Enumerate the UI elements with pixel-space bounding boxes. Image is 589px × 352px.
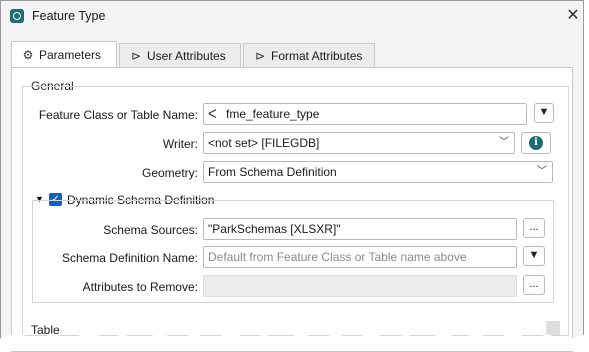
ellipsis-icon: ...	[529, 221, 539, 233]
feature-class-dropdown-button[interactable]: ▼	[534, 103, 554, 123]
schema-sources-value: "ParkSchemas [XLSXR]"	[208, 222, 341, 236]
chevron-down-icon: ﹀	[499, 137, 509, 148]
ellipsis-icon: ...	[529, 278, 539, 290]
chevron-down-icon: ▼	[538, 106, 550, 118]
writer-label: Writer:	[162, 137, 198, 151]
tab-label: Format Attributes	[271, 49, 363, 63]
writer-select[interactable]: <not set> [FILEGDB] ﹀	[203, 132, 515, 154]
tag-icon: ⊳	[130, 49, 142, 63]
attributes-to-remove-field[interactable]	[203, 275, 517, 297]
chevron-down-icon: ▼	[528, 249, 540, 261]
close-icon[interactable]: ✕	[563, 6, 583, 26]
schema-sources-browse-button[interactable]: ...	[523, 218, 545, 238]
schema-definition-name-field[interactable]: Default from Feature Class or Table name…	[203, 246, 517, 268]
schema-sources-field[interactable]: "ParkSchemas [XLSXR]"	[203, 218, 517, 240]
gear-icon: ⚙	[22, 48, 34, 62]
attributes-to-remove-browse-button[interactable]: ...	[523, 275, 545, 295]
chevron-down-icon: ﹀	[537, 166, 547, 177]
attributes-to-remove-label: Attributes to Remove:	[82, 280, 198, 294]
tab-parameters[interactable]: ⚙ Parameters	[11, 41, 117, 67]
app-icon	[10, 9, 24, 23]
schema-definition-name-dropdown-button[interactable]: ▼	[523, 246, 545, 266]
schema-sources-label: Schema Sources:	[103, 223, 198, 237]
window-title: Feature Type	[32, 9, 106, 23]
schema-definition-name-label: Schema Definition Name:	[61, 251, 198, 265]
feature-class-field[interactable]: ᐸ fme_feature_type	[203, 103, 527, 125]
writer-value: <not set> [FILEGDB]	[208, 136, 320, 150]
writer-info-button[interactable]: i	[521, 132, 551, 154]
title-bar: Feature Type ✕	[1, 1, 583, 33]
scrollbar-thumb[interactable]	[546, 321, 560, 335]
feature-class-value: fme_feature_type	[226, 107, 320, 121]
geometry-select[interactable]: From Schema Definition ﹀	[203, 161, 553, 183]
tab-user-attributes[interactable]: ⊳ User Attributes	[119, 43, 241, 67]
tab-format-attributes[interactable]: ⊳ Format Attributes	[243, 43, 375, 67]
tag-icon: ⊳	[254, 49, 266, 63]
schema-definition-name-placeholder: Default from Feature Class or Table name…	[208, 250, 467, 264]
geometry-value: From Schema Definition	[208, 165, 337, 179]
tag-icon: ᐸ	[208, 107, 217, 121]
info-icon: i	[529, 136, 543, 150]
feature-class-label: Feature Class or Table Name:	[38, 108, 198, 122]
tab-label: Parameters	[39, 48, 102, 62]
geometry-label: Geometry:	[141, 166, 198, 180]
tab-label: User Attributes	[147, 49, 226, 63]
